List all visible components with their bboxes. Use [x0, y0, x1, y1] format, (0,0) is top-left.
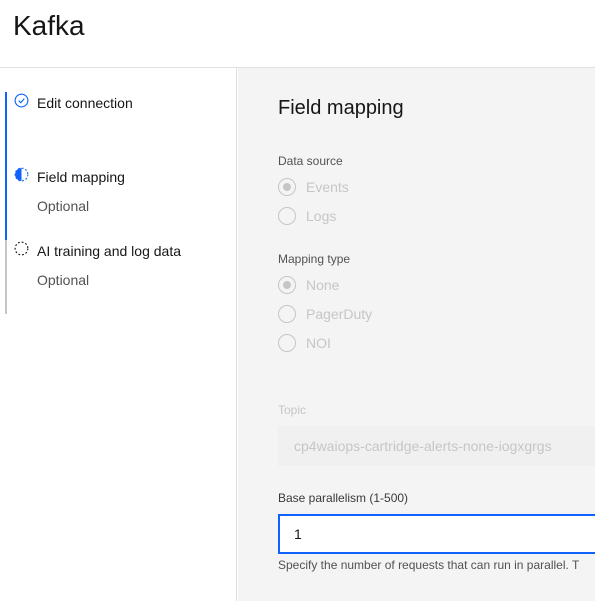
- step-bar: [5, 240, 7, 314]
- radio-logs[interactable]: Logs: [278, 206, 336, 226]
- step-optional-label: Optional: [37, 198, 90, 214]
- radio-pagerduty[interactable]: PagerDuty: [278, 304, 372, 324]
- radio-button[interactable]: [278, 305, 296, 323]
- radio-button[interactable]: [278, 178, 296, 196]
- radio-none[interactable]: None: [278, 275, 339, 295]
- base-parallelism-label: Base parallelism (1-500): [278, 491, 409, 505]
- page-title: Field mapping: [278, 97, 404, 119]
- main-panel: Field mapping Data source Events Logs Ma…: [238, 68, 595, 601]
- step-label: AI training and log data: [37, 243, 181, 259]
- topic-field: cp4waiops-cartridge-alerts-none-iogxgrgs: [278, 426, 595, 466]
- half-circle-icon: [14, 167, 29, 182]
- radio-label: Logs: [306, 208, 337, 224]
- base-parallelism-input[interactable]: [278, 514, 595, 554]
- radio-label: NOI: [306, 335, 331, 351]
- radio-label: None: [306, 277, 340, 293]
- step-ai-training[interactable]: AI training and log data Optional: [5, 216, 237, 314]
- dashed-circle-icon: [14, 241, 29, 256]
- radio-button[interactable]: [278, 207, 296, 225]
- base-parallelism-helper: Specify the number of requests that can …: [278, 558, 580, 572]
- header: Kafka: [0, 0, 595, 68]
- step-bar: [5, 92, 7, 142]
- radio-button[interactable]: [278, 334, 296, 352]
- mapping-type-label: Mapping type: [278, 252, 351, 266]
- app-title: Kafka: [13, 10, 85, 41]
- step-label: Edit connection: [37, 95, 133, 111]
- radio-label: PagerDuty: [306, 306, 373, 322]
- step-edit-connection[interactable]: Edit connection: [5, 68, 237, 142]
- checkmark-outline-icon: [14, 93, 29, 108]
- step-optional-label: Optional: [37, 272, 90, 288]
- progress-sidebar: Edit connection Field mapping Optional A…: [0, 68, 237, 601]
- step-label: Field mapping: [37, 169, 125, 185]
- data-source-label: Data source: [278, 154, 343, 168]
- radio-button[interactable]: [278, 276, 296, 294]
- radio-events[interactable]: Events: [278, 177, 349, 197]
- radio-noi[interactable]: NOI: [278, 333, 331, 353]
- topic-label: Topic: [278, 403, 307, 417]
- radio-label: Events: [306, 179, 349, 195]
